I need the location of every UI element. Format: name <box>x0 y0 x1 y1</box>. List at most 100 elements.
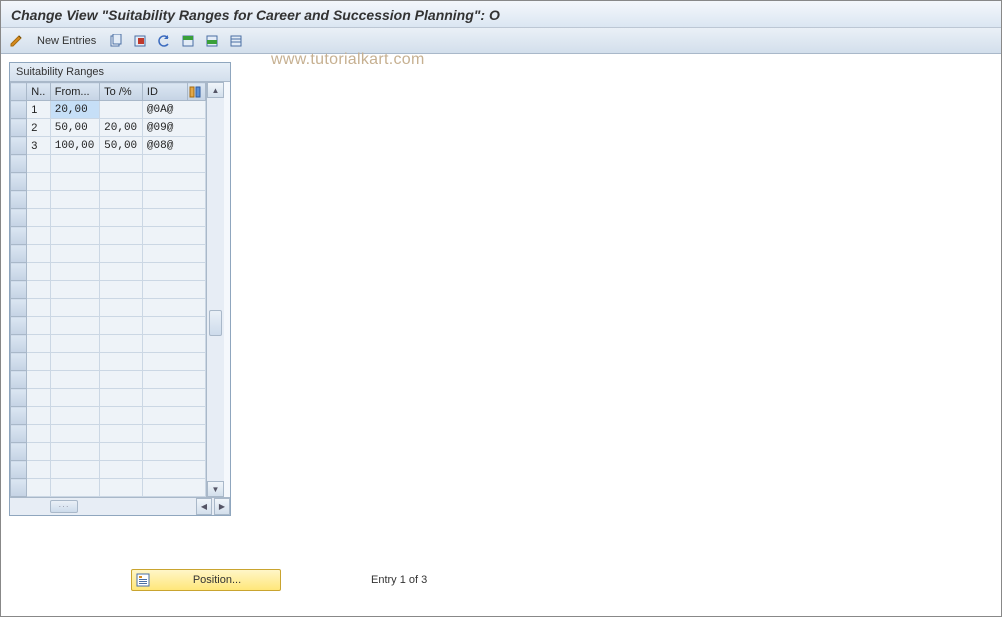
row-selector[interactable] <box>11 299 27 317</box>
table-row[interactable] <box>11 299 206 317</box>
cell-to[interactable] <box>100 155 143 173</box>
select-all-icon[interactable] <box>178 31 198 51</box>
cell-from[interactable] <box>50 479 99 497</box>
table-row[interactable] <box>11 209 206 227</box>
cell-from[interactable] <box>50 389 99 407</box>
col-n[interactable]: N.. <box>27 83 50 101</box>
cell-from[interactable] <box>50 281 99 299</box>
cell-id[interactable] <box>142 263 205 281</box>
cell-n[interactable] <box>27 299 50 317</box>
col-from[interactable]: From... <box>50 83 99 101</box>
table-row[interactable] <box>11 173 206 191</box>
row-selector[interactable] <box>11 335 27 353</box>
cell-to[interactable] <box>100 443 143 461</box>
cell-from[interactable] <box>50 191 99 209</box>
row-selector[interactable] <box>11 479 27 497</box>
row-selector[interactable] <box>11 353 27 371</box>
scroll-thumb[interactable] <box>209 310 222 336</box>
col-id[interactable]: ID <box>142 83 187 101</box>
table-row[interactable] <box>11 245 206 263</box>
row-selector[interactable] <box>11 245 27 263</box>
row-selector[interactable] <box>11 425 27 443</box>
select-block-icon[interactable] <box>202 31 222 51</box>
cell-id[interactable] <box>142 209 205 227</box>
cell-n[interactable]: 3 <box>27 137 50 155</box>
hscroll-thumb[interactable]: ··· <box>50 500 78 513</box>
cell-id[interactable] <box>142 353 205 371</box>
row-selector[interactable] <box>11 371 27 389</box>
cell-id[interactable] <box>142 173 205 191</box>
cell-from[interactable] <box>50 407 99 425</box>
cell-n[interactable] <box>27 461 50 479</box>
cell-to[interactable] <box>100 263 143 281</box>
cell-id[interactable] <box>142 245 205 263</box>
cell-from[interactable] <box>50 317 99 335</box>
table-row[interactable] <box>11 191 206 209</box>
table-row[interactable]: 3100,0050,00@08@ <box>11 137 206 155</box>
delete-icon[interactable] <box>130 31 150 51</box>
scroll-left-icon[interactable]: ◀ <box>196 498 212 515</box>
cell-to[interactable] <box>100 461 143 479</box>
deselect-all-icon[interactable] <box>226 31 246 51</box>
cell-id[interactable]: @0A@ <box>142 101 205 119</box>
cell-from[interactable] <box>50 245 99 263</box>
cell-id[interactable] <box>142 389 205 407</box>
table-row[interactable] <box>11 155 206 173</box>
cell-id[interactable]: @09@ <box>142 119 205 137</box>
cell-id[interactable] <box>142 407 205 425</box>
cell-n[interactable] <box>27 371 50 389</box>
cell-to[interactable] <box>100 371 143 389</box>
table-row[interactable]: 250,0020,00@09@ <box>11 119 206 137</box>
row-selector[interactable] <box>11 173 27 191</box>
table-row[interactable] <box>11 353 206 371</box>
row-selector[interactable] <box>11 263 27 281</box>
cell-from[interactable]: 20,00 <box>50 101 99 119</box>
cell-to[interactable] <box>100 479 143 497</box>
cell-to[interactable] <box>100 191 143 209</box>
table-row[interactable] <box>11 443 206 461</box>
table-settings-icon[interactable] <box>187 83 205 101</box>
cell-id[interactable] <box>142 191 205 209</box>
cell-to[interactable] <box>100 317 143 335</box>
row-selector[interactable] <box>11 119 27 137</box>
change-display-toggle-button[interactable] <box>7 31 27 51</box>
position-button[interactable]: Position... <box>131 569 281 591</box>
cell-from[interactable] <box>50 425 99 443</box>
cell-from[interactable] <box>50 263 99 281</box>
row-selector[interactable] <box>11 227 27 245</box>
cell-from[interactable]: 50,00 <box>50 119 99 137</box>
scroll-up-icon[interactable]: ▲ <box>207 82 224 98</box>
cell-from[interactable] <box>50 371 99 389</box>
cell-to[interactable]: 20,00 <box>100 119 143 137</box>
vertical-scrollbar[interactable]: ▲ ▼ <box>206 82 224 497</box>
table-row[interactable] <box>11 335 206 353</box>
cell-from[interactable] <box>50 155 99 173</box>
cell-from[interactable] <box>50 173 99 191</box>
row-selector[interactable] <box>11 443 27 461</box>
table-row[interactable] <box>11 407 206 425</box>
row-selector[interactable] <box>11 101 27 119</box>
cell-n[interactable] <box>27 407 50 425</box>
cell-from[interactable] <box>50 335 99 353</box>
cell-to[interactable] <box>100 209 143 227</box>
cell-n[interactable] <box>27 263 50 281</box>
table-row[interactable] <box>11 479 206 497</box>
cell-id[interactable] <box>142 443 205 461</box>
cell-id[interactable] <box>142 281 205 299</box>
cell-to[interactable] <box>100 407 143 425</box>
cell-n[interactable] <box>27 425 50 443</box>
cell-n[interactable]: 2 <box>27 119 50 137</box>
cell-to[interactable] <box>100 299 143 317</box>
row-selector-header[interactable] <box>11 83 27 101</box>
undo-icon[interactable] <box>154 31 174 51</box>
cell-n[interactable] <box>27 191 50 209</box>
table-row[interactable] <box>11 281 206 299</box>
cell-id[interactable] <box>142 317 205 335</box>
new-entries-button[interactable]: New Entries <box>31 35 102 47</box>
row-selector[interactable] <box>11 155 27 173</box>
cell-n[interactable] <box>27 479 50 497</box>
cell-n[interactable] <box>27 209 50 227</box>
table-row[interactable] <box>11 227 206 245</box>
cell-to[interactable] <box>100 425 143 443</box>
copy-icon[interactable] <box>106 31 126 51</box>
